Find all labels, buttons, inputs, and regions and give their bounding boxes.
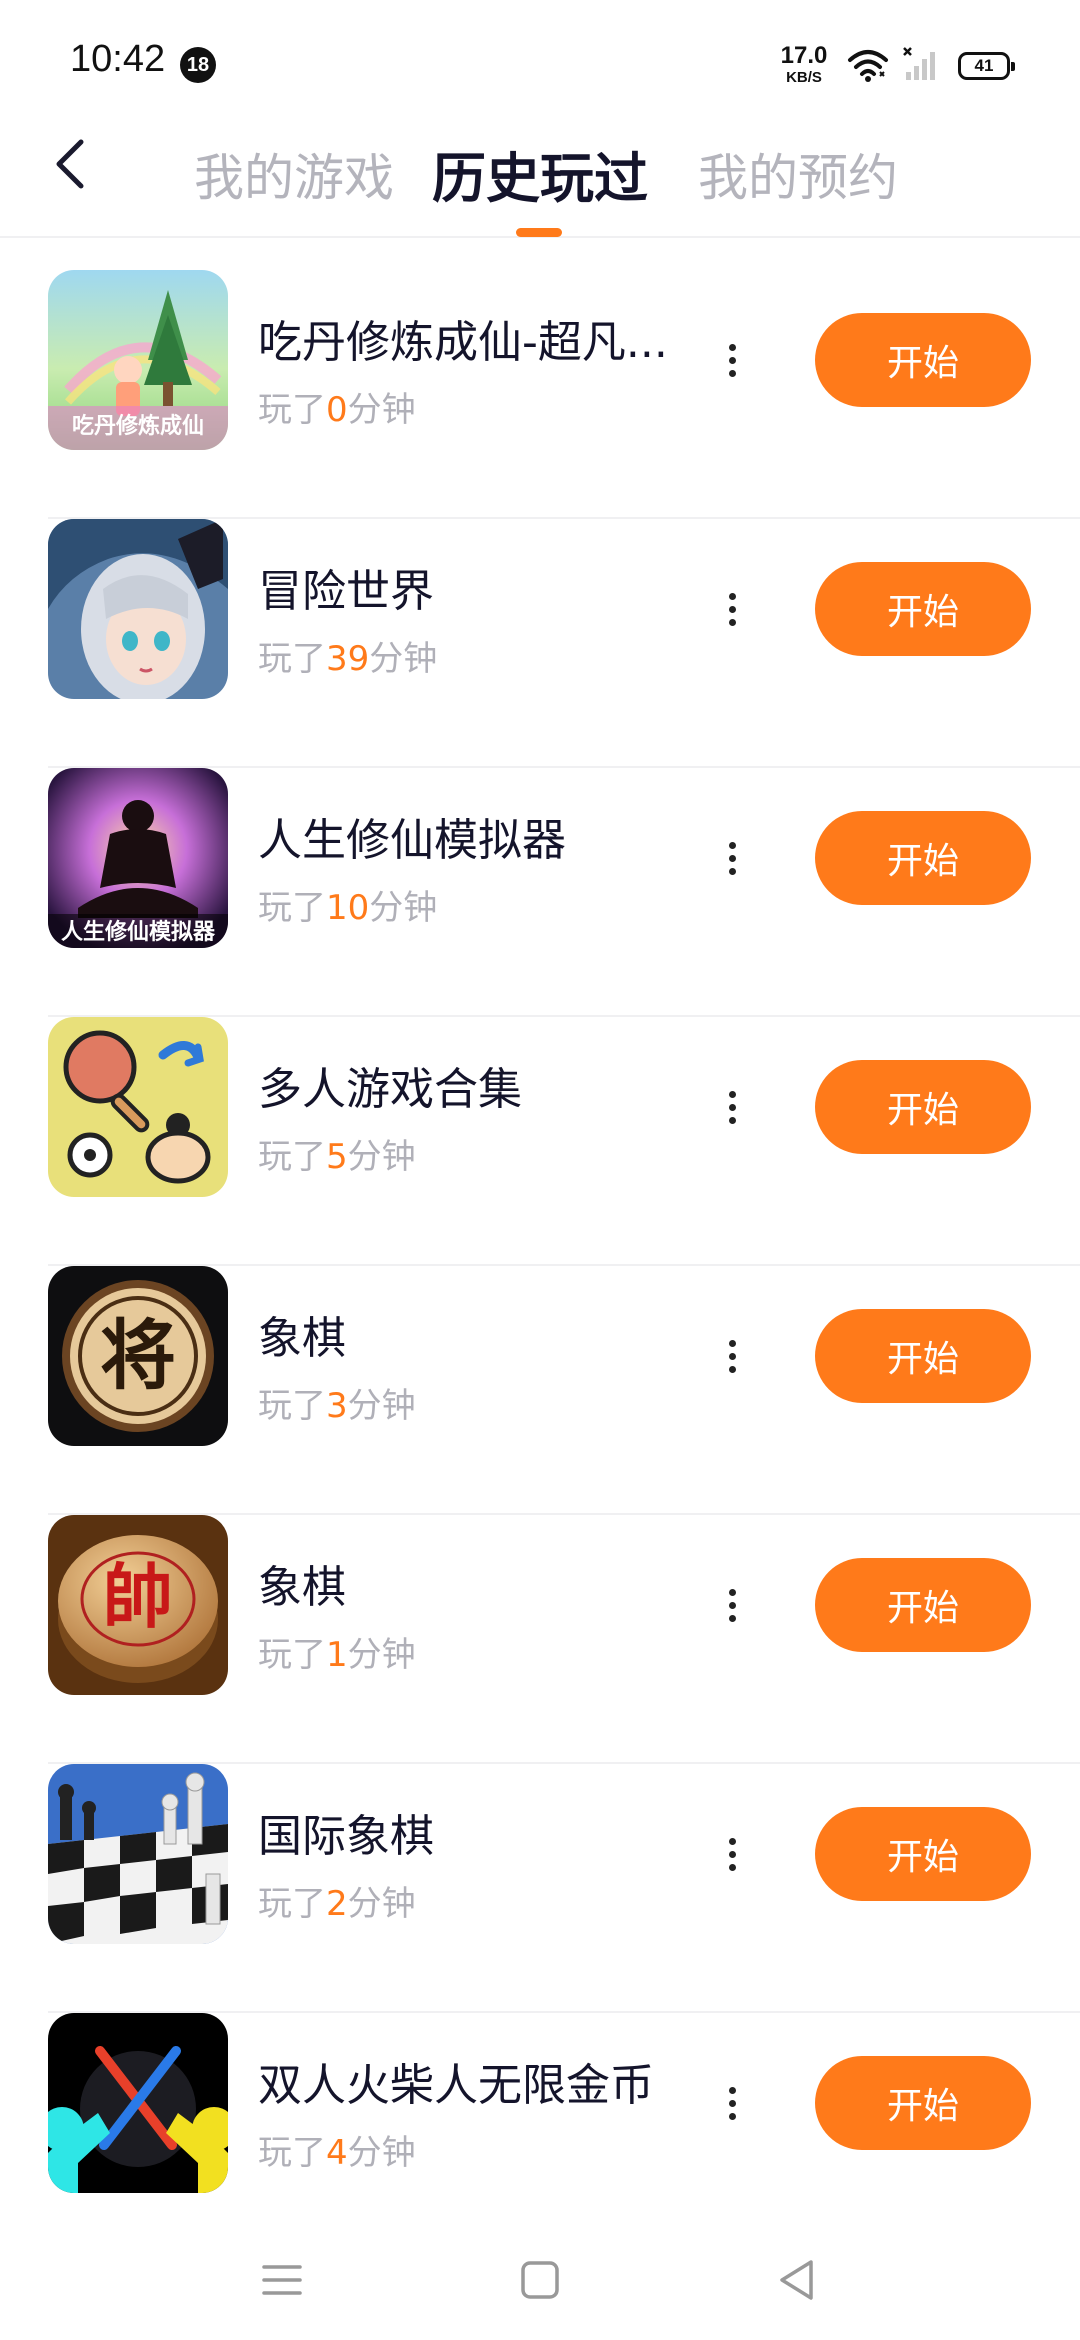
network-speed: 17.0 KB/S bbox=[776, 42, 832, 86]
played-suffix: 分钟 bbox=[347, 1386, 416, 1426]
list-item[interactable]: 多人游戏合集 玩了5分钟 开始 bbox=[0, 1017, 1080, 1266]
back-button[interactable] bbox=[40, 134, 100, 194]
network-speed-unit: KB/S bbox=[786, 69, 822, 86]
wifi-icon bbox=[846, 48, 890, 86]
played-minutes: 3 bbox=[326, 1386, 348, 1426]
game-play-time: 玩了5分钟 bbox=[258, 1129, 416, 1178]
more-options-icon[interactable] bbox=[712, 1077, 752, 1137]
tab-my-games[interactable]: 我的游戏 bbox=[194, 138, 394, 210]
played-suffix: 分钟 bbox=[347, 1137, 416, 1177]
tab-reservations[interactable]: 我的预约 bbox=[698, 138, 898, 210]
more-options-icon[interactable] bbox=[712, 1575, 752, 1635]
status-bar: 10:42 18 17.0 KB/S 41 bbox=[0, 0, 1080, 130]
game-title: 吃丹修炼成仙-超凡... bbox=[258, 317, 668, 368]
game-title: 双人火柴人无限金币 bbox=[258, 2060, 654, 2111]
start-button[interactable]: 开始 bbox=[815, 1807, 1031, 1901]
start-button[interactable]: 开始 bbox=[815, 313, 1031, 407]
game-play-time: 玩了10分钟 bbox=[258, 880, 437, 929]
notification-badge: 18 bbox=[180, 47, 216, 83]
more-options-icon[interactable] bbox=[712, 1326, 752, 1386]
list-item[interactable]: 人生修仙模拟器 人生修仙模拟器 玩了10分钟 开始 bbox=[0, 768, 1080, 1017]
game-title: 人生修仙模拟器 bbox=[258, 815, 566, 866]
stickman-game-icon bbox=[48, 2013, 228, 2193]
network-speed-value: 17.0 bbox=[780, 42, 828, 69]
played-prefix: 玩了 bbox=[258, 1386, 326, 1426]
chess-board-icon bbox=[48, 1764, 228, 1944]
start-button[interactable]: 开始 bbox=[815, 1060, 1031, 1154]
played-prefix: 玩了 bbox=[258, 390, 326, 430]
list-item[interactable]: 国际象棋 玩了2分钟 开始 bbox=[0, 1764, 1080, 2013]
list-item[interactable]: 吃丹修炼成仙 吃丹修炼成仙-超凡... 玩了0分钟 开始 bbox=[0, 270, 1080, 519]
system-nav-bar bbox=[0, 2220, 1080, 2340]
signal-icon bbox=[902, 46, 938, 86]
game-title: 冒险世界 bbox=[258, 566, 434, 617]
start-button[interactable]: 开始 bbox=[815, 2056, 1031, 2150]
more-options-icon[interactable] bbox=[712, 828, 752, 888]
multiplayer-game-icon bbox=[48, 1017, 228, 1197]
played-minutes: 0 bbox=[326, 390, 348, 430]
played-prefix: 玩了 bbox=[258, 639, 326, 679]
list-item[interactable]: 将 象棋 玩了3分钟 开始 bbox=[0, 1266, 1080, 1515]
game-title: 象棋 bbox=[258, 1313, 346, 1364]
home-nav-icon[interactable] bbox=[510, 2250, 570, 2310]
start-button[interactable]: 开始 bbox=[815, 1309, 1031, 1403]
played-prefix: 玩了 bbox=[258, 1137, 326, 1177]
played-suffix: 分钟 bbox=[369, 639, 438, 679]
game-list: 吃丹修炼成仙 吃丹修炼成仙-超凡... 玩了0分钟 开始 冒险世界 玩了39分钟… bbox=[0, 270, 1080, 2262]
played-suffix: 分钟 bbox=[369, 888, 438, 928]
active-tab-indicator bbox=[516, 228, 562, 237]
played-minutes: 39 bbox=[326, 639, 370, 679]
xiangqi-jiang-caption: 将 bbox=[100, 1311, 176, 1400]
game-play-time: 玩了4分钟 bbox=[258, 2125, 416, 2174]
game-play-time: 玩了39分钟 bbox=[258, 631, 437, 680]
played-prefix: 玩了 bbox=[258, 1635, 326, 1675]
back-nav-icon[interactable] bbox=[766, 2250, 826, 2310]
game-play-time: 玩了3分钟 bbox=[258, 1378, 416, 1427]
list-item[interactable]: 冒险世界 玩了39分钟 开始 bbox=[0, 519, 1080, 768]
played-minutes: 4 bbox=[326, 2133, 348, 2173]
xiangqi-shuai-caption: 帥 bbox=[103, 1556, 173, 1638]
back-arrow-icon bbox=[56, 139, 84, 189]
start-button[interactable]: 开始 bbox=[815, 562, 1031, 656]
anime-girl-game-icon bbox=[48, 519, 228, 699]
meditation-game-icon: 人生修仙模拟器 bbox=[48, 768, 228, 948]
played-suffix: 分钟 bbox=[347, 1884, 416, 1924]
more-options-icon[interactable] bbox=[712, 330, 752, 390]
alchemy-icon-caption: 吃丹修炼成仙 bbox=[71, 414, 204, 439]
start-button[interactable]: 开始 bbox=[815, 811, 1031, 905]
battery-icon: 41 bbox=[958, 52, 1015, 80]
game-play-time: 玩了2分钟 bbox=[258, 1876, 416, 1925]
xiangqi-shuai-icon: 帥 bbox=[48, 1515, 228, 1695]
played-minutes: 1 bbox=[326, 1635, 348, 1675]
played-minutes: 5 bbox=[326, 1137, 348, 1177]
played-prefix: 玩了 bbox=[258, 1884, 326, 1924]
played-suffix: 分钟 bbox=[347, 2133, 416, 2173]
played-suffix: 分钟 bbox=[347, 390, 416, 430]
game-title: 象棋 bbox=[258, 1562, 346, 1613]
start-button[interactable]: 开始 bbox=[815, 1558, 1031, 1652]
played-minutes: 10 bbox=[326, 888, 370, 928]
menu-nav-icon[interactable] bbox=[252, 2250, 312, 2310]
more-options-icon[interactable] bbox=[712, 2073, 752, 2133]
played-prefix: 玩了 bbox=[258, 2133, 326, 2173]
played-suffix: 分钟 bbox=[347, 1635, 416, 1675]
game-title: 国际象棋 bbox=[258, 1811, 434, 1862]
more-options-icon[interactable] bbox=[712, 579, 752, 639]
tab-history[interactable]: 历史玩过 bbox=[432, 134, 648, 213]
header: 我的游戏 历史玩过 我的预约 bbox=[0, 120, 1080, 238]
game-play-time: 玩了0分钟 bbox=[258, 382, 416, 431]
meditation-icon-caption: 人生修仙模拟器 bbox=[60, 920, 215, 945]
game-title: 多人游戏合集 bbox=[258, 1064, 522, 1115]
status-time: 10:42 bbox=[70, 38, 166, 80]
alchemy-game-icon: 吃丹修炼成仙 bbox=[48, 270, 228, 450]
game-play-time: 玩了1分钟 bbox=[258, 1627, 416, 1676]
more-options-icon[interactable] bbox=[712, 1824, 752, 1884]
played-minutes: 2 bbox=[326, 1884, 348, 1924]
xiangqi-jiang-icon: 将 bbox=[48, 1266, 228, 1446]
played-prefix: 玩了 bbox=[258, 888, 326, 928]
list-item[interactable]: 帥 象棋 玩了1分钟 开始 bbox=[0, 1515, 1080, 1764]
